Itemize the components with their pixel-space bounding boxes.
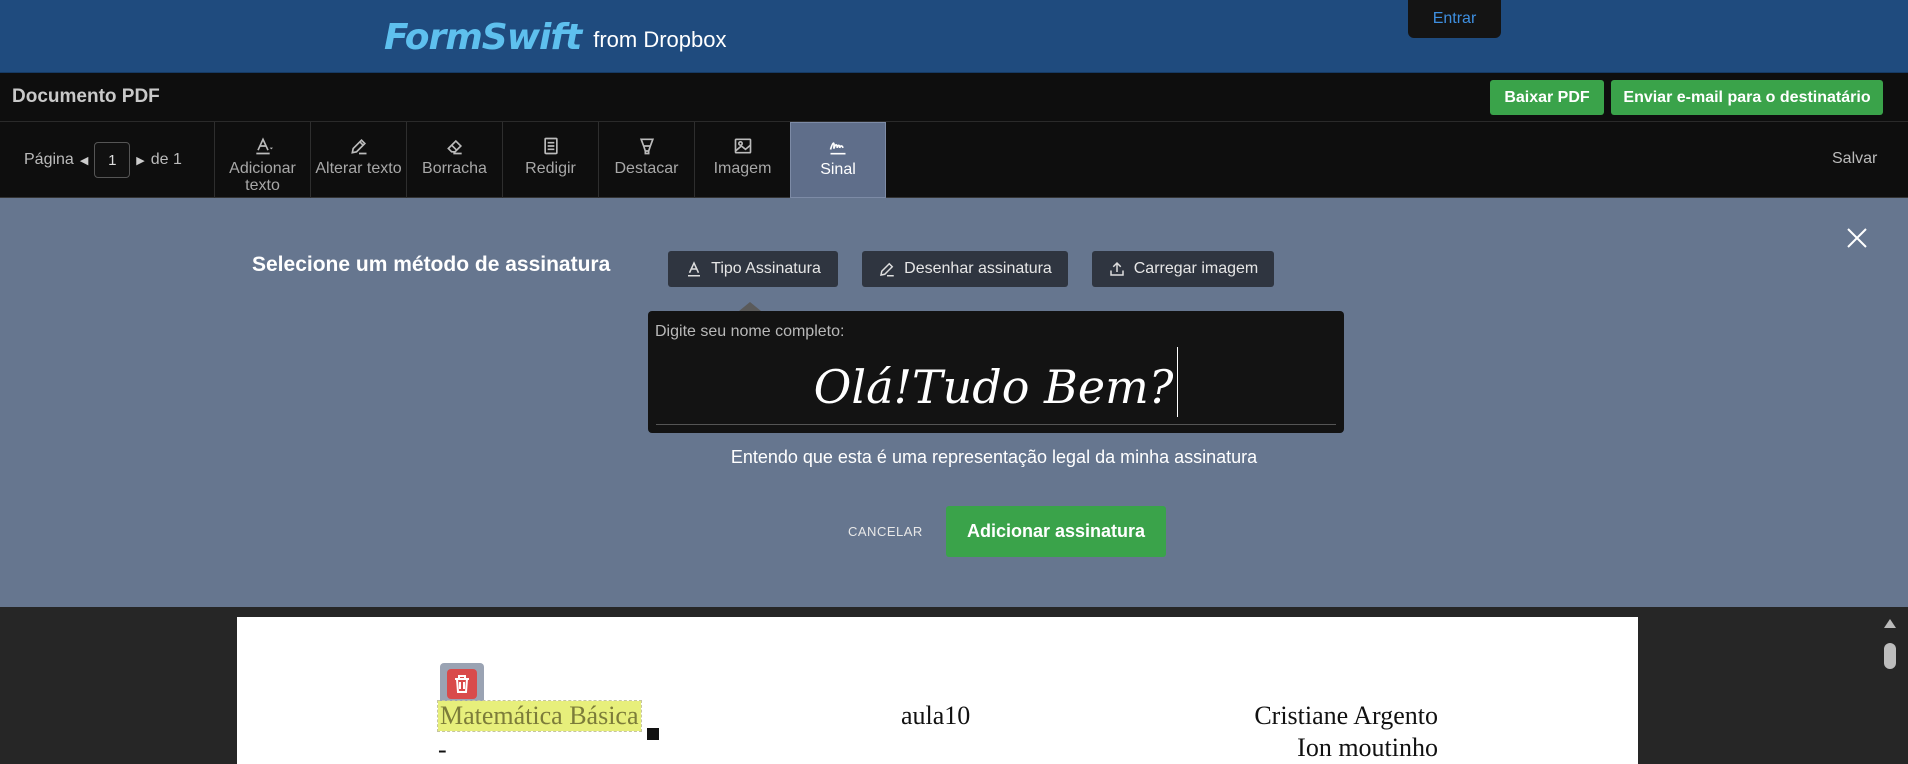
dash-text: - xyxy=(438,735,447,764)
text-cursor xyxy=(1177,347,1179,417)
eraser-icon xyxy=(446,139,462,155)
tool-eraser[interactable]: Borracha xyxy=(406,122,502,198)
next-page-icon[interactable]: ▶ xyxy=(136,154,144,167)
editor-toolbar: Página ◀ 1 ▶ de 1 Adicionar texto Altera… xyxy=(0,122,1908,198)
page-label: Página xyxy=(24,151,74,168)
tool-sign[interactable]: Sinal xyxy=(790,122,886,198)
signature-name-input[interactable]: Olá!Tudo Bem? xyxy=(648,347,1344,417)
signature-panel: Selecione um método de assinatura Tipo A… xyxy=(0,198,1908,607)
highlighter-icon xyxy=(639,138,654,155)
scroll-up-icon[interactable] xyxy=(1884,619,1896,628)
document-title: Documento PDF xyxy=(12,86,160,107)
highlighted-text-annotation[interactable]: Matemática Básica xyxy=(437,700,642,732)
author-name-1: Cristiane Argento xyxy=(1254,701,1438,730)
signature-typed-text: Olá!Tudo Bem? xyxy=(813,360,1174,414)
tool-sign-label: Sinal xyxy=(820,161,856,178)
signature-input-box[interactable]: Digite seu nome completo: Olá!Tudo Bem? xyxy=(648,311,1344,433)
text-a-icon xyxy=(688,261,701,277)
resize-handle[interactable] xyxy=(646,727,660,741)
upload-image-label: Carregar imagem xyxy=(1133,260,1259,277)
page-navigator: Página ◀ 1 ▶ de 1 xyxy=(24,142,182,178)
pdf-page[interactable]: Matemática Básica aula10 Cristiane Argen… xyxy=(237,617,1638,764)
tool-redact[interactable]: Redigir xyxy=(502,122,598,198)
legal-statement: Entendo que esta é uma representação leg… xyxy=(730,447,1258,467)
author-name-2: Ion moutinho xyxy=(1297,733,1438,762)
download-pdf-button[interactable]: Baixar PDF xyxy=(1490,80,1604,115)
image-icon xyxy=(734,138,751,154)
pencil-icon xyxy=(350,138,366,155)
draw-signature-button[interactable]: Desenhar assinatura xyxy=(862,251,1068,287)
tool-eraser-label: Borracha xyxy=(422,160,487,177)
logo-from-text: from Dropbox xyxy=(593,27,727,52)
cancel-button[interactable]: CANCELAR xyxy=(848,524,923,539)
full-name-label: Digite seu nome completo: xyxy=(655,323,845,340)
login-button[interactable]: Entrar xyxy=(1408,0,1501,38)
email-recipient-button[interactable]: Enviar e-mail para o destinatário xyxy=(1611,80,1883,115)
signature-method-heading: Selecione um método de assinatura xyxy=(252,253,611,276)
lesson-text: aula10 xyxy=(901,701,971,730)
vertical-scrollbar[interactable] xyxy=(1880,617,1900,764)
signature-icon xyxy=(829,142,846,155)
selected-method-pointer xyxy=(739,302,761,311)
type-signature-button[interactable]: Tipo Assinatura xyxy=(668,251,838,287)
tool-image-label: Imagem xyxy=(713,160,772,177)
tool-image[interactable]: Imagem xyxy=(694,122,790,198)
save-button[interactable]: Salvar xyxy=(1832,150,1877,168)
pencil-icon xyxy=(880,262,894,277)
document-viewer: Matemática Básica aula10 Cristiane Argen… xyxy=(0,607,1908,764)
draw-signature-label: Desenhar assinatura xyxy=(904,260,1052,277)
text-a-icon xyxy=(255,137,273,155)
close-icon[interactable] xyxy=(1843,224,1871,252)
tool-highlight-label: Destacar xyxy=(614,160,679,177)
formswift-logo[interactable]: FormSwift from Dropbox xyxy=(384,14,726,60)
delete-annotation-button[interactable] xyxy=(440,663,484,705)
logo-text: FormSwift xyxy=(384,16,582,58)
page-number-input[interactable]: 1 xyxy=(94,142,131,178)
tool-edit-text-label: Alterar texto xyxy=(315,160,402,177)
trash-icon xyxy=(447,669,477,699)
signature-baseline xyxy=(656,424,1336,425)
type-signature-label: Tipo Assinatura xyxy=(711,260,821,277)
prev-page-icon[interactable]: ◀ xyxy=(80,154,88,167)
tool-highlight[interactable]: Destacar xyxy=(598,122,694,198)
upload-image-button[interactable]: Carregar imagem xyxy=(1092,251,1274,287)
tool-edit-text[interactable]: Alterar texto xyxy=(310,122,406,198)
document-bar: Documento PDF Baixar PDF Enviar e-mail p… xyxy=(0,73,1908,122)
tool-add-text-label: Adicionar texto xyxy=(229,160,296,194)
document-icon xyxy=(543,137,558,155)
top-header: FormSwift from Dropbox Entrar xyxy=(0,0,1908,73)
upload-icon xyxy=(1110,261,1124,276)
page-total: de 1 xyxy=(150,151,182,168)
add-signature-button[interactable]: Adicionar assinatura xyxy=(946,506,1166,557)
scroll-thumb[interactable] xyxy=(1884,643,1896,669)
tool-redact-label: Redigir xyxy=(525,160,576,177)
tool-add-text[interactable]: Adicionar texto xyxy=(214,122,310,198)
